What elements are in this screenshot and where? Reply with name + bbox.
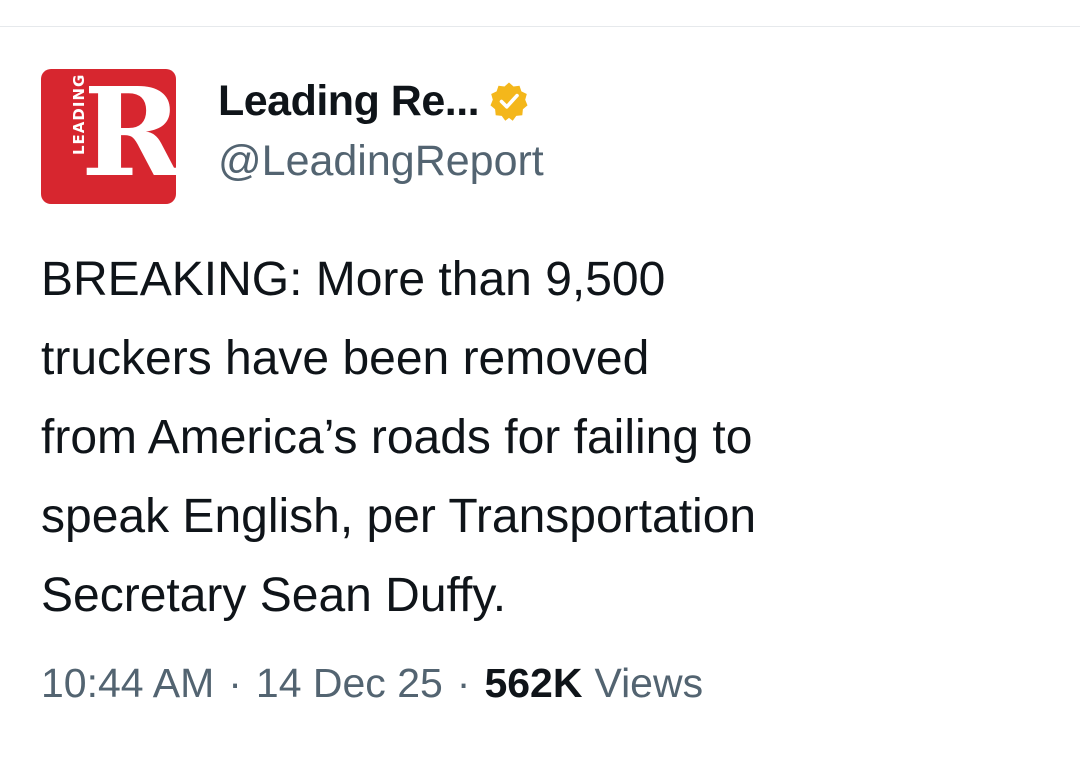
views-count[interactable]: 562K — [484, 660, 582, 707]
tweet-meta: 10:44 AM · 14 Dec 25 · 562K Views — [41, 660, 703, 707]
views-label: Views — [594, 660, 704, 706]
tweet-time[interactable]: 10:44 AM — [41, 660, 214, 707]
avatar[interactable]: R LEADING — [41, 69, 176, 204]
meta-separator: · — [228, 660, 242, 706]
tweet-text: BREAKING: More than 9,500 truckers have … — [41, 253, 757, 622]
avatar-logo-text: LEADING — [69, 71, 89, 157]
author-name-row: Leading Re... — [218, 76, 529, 126]
display-name[interactable]: Leading Re... — [218, 77, 480, 126]
meta-separator: · — [456, 660, 471, 706]
verified-badge-icon[interactable] — [489, 81, 529, 121]
user-handle[interactable]: @LeadingReport — [218, 137, 544, 186]
tweet-date[interactable]: 14 Dec 25 — [256, 660, 443, 707]
top-divider — [0, 26, 1080, 27]
avatar-logo-letter: R — [81, 69, 176, 204]
